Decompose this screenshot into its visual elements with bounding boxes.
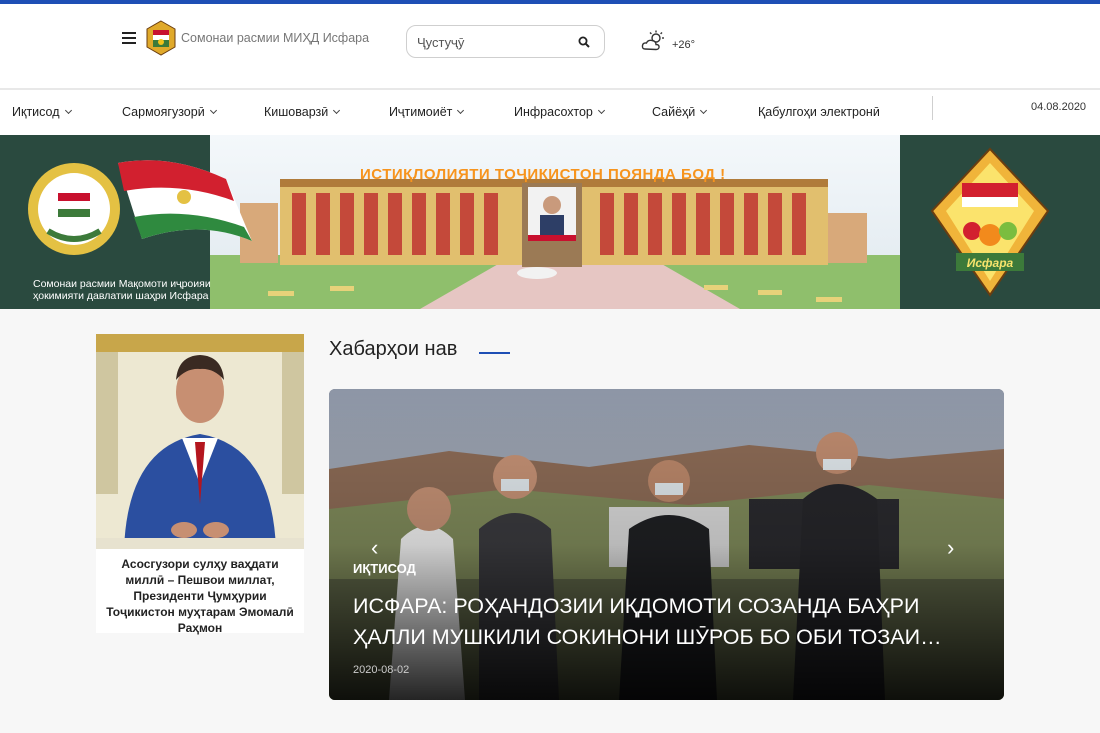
nav-item-label: Сайёҳӣ [652,105,696,119]
site-name[interactable]: Сомонаи расмии МИҲД Исфара [181,31,369,45]
search-icon[interactable] [578,36,590,48]
site-logo[interactable] [146,20,176,56]
weather-temperature: +26° [672,39,696,51]
chevron-down-icon [64,106,72,115]
search-input[interactable] [417,32,577,52]
current-date: 04.08.2020 [1031,101,1087,113]
nav-item-agriculture[interactable]: Кишоварзӣ [264,105,341,119]
nav-item-label: Иқтисод [12,105,60,119]
chevron-down-icon [700,106,708,115]
slide-title[interactable]: ИСФАРА: РОҲАНДОЗИИ ИҚДОМОТИ СОЗАНДА БАҲР… [353,591,973,653]
title-underline [479,352,510,354]
site-header: Сомонаи расмии МИҲД Исфара +26° [0,4,1100,88]
chevron-down-icon [457,106,465,115]
nav-item-economy[interactable]: Иқтисод [12,105,72,119]
president-photo[interactable] [96,334,304,549]
news-section-title: Хабарҳои нав [329,338,458,360]
nav-item-label: Сармоягузорӣ [122,105,205,119]
partly-cloudy-icon [641,30,664,51]
banner-headline: ИСТИҚЛОЛИЯТИ ТОҶИКИСТОН ПОЯНДА БОД ! [360,166,726,183]
nav-item-label: Иҷтимоиёт [389,105,453,119]
nav-divider [932,96,933,120]
slider-next-arrow[interactable]: › [947,535,954,561]
chevron-down-icon [333,106,341,115]
president-caption[interactable]: Асосгузори сулҳу ваҳдати миллӣ – Пешвои … [102,556,298,636]
nav-item-infrastructure[interactable]: Инфрасохтор [514,105,605,119]
search-box [406,25,605,58]
chevron-down-icon [209,106,217,115]
president-card[interactable]: Асосгузори сулҳу ваҳдати миллӣ – Пешвои … [96,334,304,636]
nav-item-label: Кишоварзӣ [264,105,329,119]
hero-banner: Исфара ИСТИҚЛОЛИЯТИ ТОҶИКИСТОН ПОЯНДА БО… [0,135,1100,309]
banner-caption: Сомонаи расмии Мақомоти иҷроияи ҳокимият… [33,278,211,302]
nav-item-e-reception[interactable]: Қабулгоҳи электронӣ [758,105,880,119]
nav-item-label: Инфрасохтор [514,105,593,119]
chevron-down-icon [597,106,605,115]
nav-item-label: Қабулгоҳи электронӣ [758,105,880,119]
nav-item-social[interactable]: Иҷтимоиёт [389,105,465,119]
slider-prev-arrow[interactable]: ‹ [371,535,378,561]
banner-logo-text: Исфара [967,256,1014,270]
news-slider[interactable]: ‹ › ИҚТИСОД ИСФАРА: РОҲАНДОЗИИ ИҚДОМОТИ … [329,389,1004,700]
nav-item-tourism[interactable]: Сайёҳӣ [652,105,708,119]
nav-item-investment[interactable]: Сармоягузорӣ [122,105,217,119]
main-nav: Иқтисод Сармоягузорӣ Кишоварзӣ Иҷтимоиёт… [0,88,1100,135]
menu-icon[interactable] [122,32,136,44]
slide-category[interactable]: ИҚТИСОД [353,561,416,576]
slide-date: 2020-08-02 [353,664,410,676]
slide-image[interactable] [329,389,1004,700]
